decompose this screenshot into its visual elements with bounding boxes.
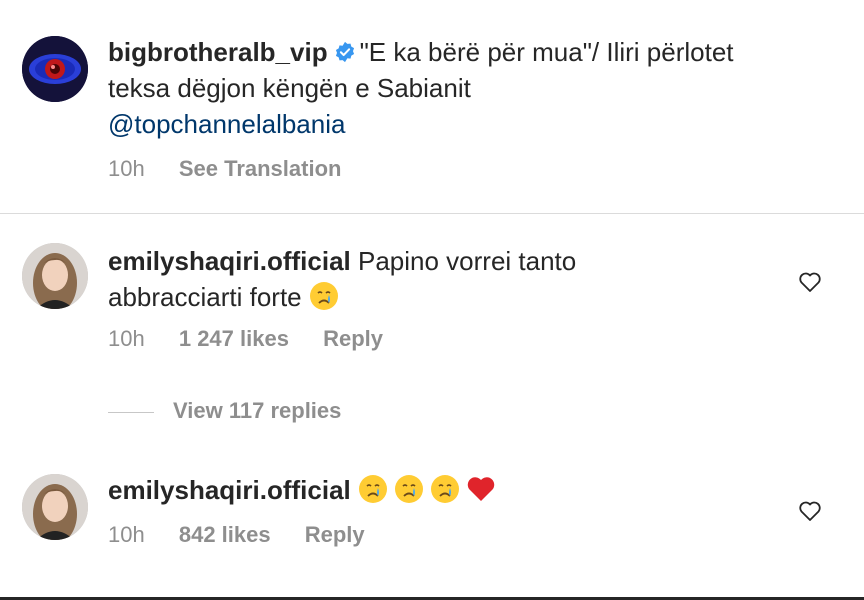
comment-text: emilyshaqiri.official [108, 472, 502, 508]
crying-face-emoji-icon [430, 475, 459, 503]
post-caption-line2: teksa dëgjon këngën e Sabianit [108, 73, 471, 103]
comment-likes[interactable]: 1 247 likes [179, 326, 289, 351]
big-brother-eye-logo [22, 36, 88, 102]
view-replies-line [108, 412, 154, 413]
heart-outline-icon[interactable] [797, 498, 823, 524]
crying-face-emoji-icon [309, 282, 338, 310]
comment-meta: 10h 842 likes Reply [108, 522, 393, 548]
avatar[interactable] [22, 474, 88, 540]
post-time[interactable]: 10h [108, 156, 145, 181]
comment-username[interactable]: emilyshaqiri.official [108, 246, 351, 276]
avatar[interactable] [22, 36, 88, 102]
comment-likes[interactable]: 842 likes [179, 522, 271, 547]
post-caption: bigbrotheralb_vip "E ka bërë për mua"/ Il… [108, 34, 734, 142]
reply-button[interactable]: Reply [305, 522, 365, 547]
heart-outline-icon[interactable] [797, 269, 823, 295]
avatar[interactable] [22, 243, 88, 309]
comment-username[interactable]: emilyshaqiri.official [108, 475, 351, 505]
post-meta: 10h See Translation [108, 156, 369, 182]
comment-meta: 10h 1 247 likes Reply [108, 326, 411, 352]
comment-time[interactable]: 10h [108, 522, 145, 547]
post-mention-link[interactable]: @topchannelalbania [108, 106, 734, 142]
view-replies-button[interactable]: View 117 replies [173, 398, 341, 424]
comment-text: emilyshaqiri.official Papino vorrei tant… [108, 243, 576, 315]
crying-face-emoji-icon [394, 475, 423, 503]
post-caption-line1: "E ka bërë për mua"/ Iliri përlotet [359, 37, 734, 67]
profile-photo [22, 243, 88, 309]
comment-text-line1: Papino vorrei tanto [357, 246, 577, 276]
profile-photo [22, 474, 88, 540]
reply-button[interactable]: Reply [323, 326, 383, 351]
verified-badge-icon [335, 41, 354, 63]
divider [0, 213, 864, 214]
crying-face-emoji-icon [358, 475, 387, 503]
see-translation-button[interactable]: See Translation [179, 156, 342, 181]
red-heart-emoji-icon [467, 477, 495, 501]
post-username[interactable]: bigbrotheralb_vip [108, 37, 328, 67]
comment-text-line2: abbracciarti forte [108, 282, 302, 312]
comment-time[interactable]: 10h [108, 326, 145, 351]
